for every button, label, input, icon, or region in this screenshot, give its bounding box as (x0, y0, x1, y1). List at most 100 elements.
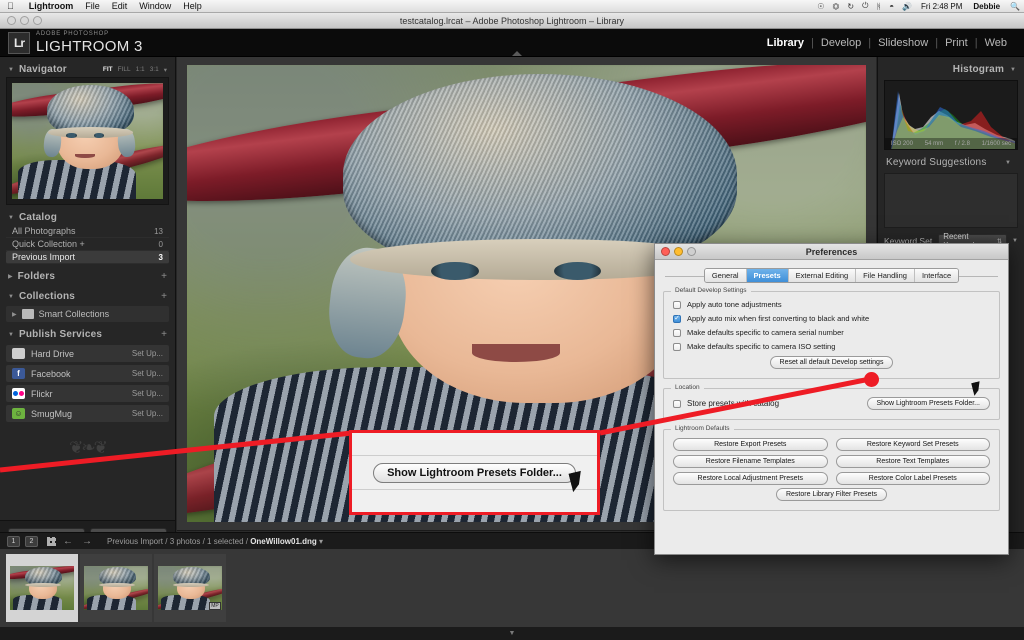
collections-header[interactable]: ▼ Collections + (6, 289, 169, 304)
publish-service-setup-link[interactable]: Set Up... (132, 389, 163, 398)
menu-bar-clock[interactable]: Fri 2:48 PM (916, 2, 967, 11)
zoom-fit[interactable]: FIT (103, 66, 113, 73)
checkbox-row-camera-iso[interactable]: Make defaults specific to camera ISO set… (673, 342, 990, 351)
catalog-item-quick-collection[interactable]: Quick Collection + 0 (6, 238, 169, 251)
location-row: Store presets with catalog Show Lightroo… (673, 397, 990, 410)
restore-filename-templates-button[interactable]: Restore Filename Templates (673, 455, 828, 468)
arrow-right-icon[interactable]: → (80, 536, 94, 547)
publish-service-flickr[interactable]: Flickr Set Up... (6, 385, 169, 402)
filmstrip-thumbnail-1[interactable] (6, 554, 78, 622)
dropbox-icon[interactable]: ☉ (813, 2, 828, 11)
publish-services-header[interactable]: ▼ Publish Services + (6, 327, 169, 342)
checkbox-row-auto-tone[interactable]: Apply auto tone adjustments (673, 300, 990, 309)
filmstrip-grid-icon[interactable] (47, 536, 56, 546)
menu-item-file[interactable]: File (79, 1, 106, 11)
publish-service-setup-link[interactable]: Set Up... (132, 369, 163, 378)
publish-service-setup-link[interactable]: Set Up... (132, 409, 163, 418)
zoom-fill[interactable]: FILL (118, 66, 131, 73)
histogram-header[interactable]: Histogram ▼ (884, 62, 1018, 77)
plus-icon[interactable]: + (161, 291, 167, 302)
zoom-3-1[interactable]: 3:1 (150, 66, 159, 73)
triangle-right-icon[interactable]: ▶ (8, 273, 13, 280)
triangle-down-icon[interactable]: ▼ (8, 332, 14, 338)
chevron-down-icon[interactable]: ▾ (319, 537, 323, 546)
navigator-header[interactable]: ▼ Navigator FIT FILL 1:1 3:1 ▾ (6, 62, 169, 77)
apple-icon[interactable]:  (0, 1, 23, 11)
preferences-dialog[interactable]: Preferences General Presets External Edi… (654, 243, 1009, 555)
histogram-graph[interactable]: ISO 200 54 mm f / 2.8 1/1600 sec (884, 80, 1018, 150)
filmstrip-page-1[interactable]: 1 (7, 535, 20, 547)
publish-service-hard-drive[interactable]: Hard Drive Set Up... (6, 345, 169, 362)
triangle-down-icon[interactable]: ▼ (1012, 238, 1018, 244)
time-machine-icon[interactable]: ↻ (843, 2, 858, 11)
filmstrip-page-2[interactable]: 2 (25, 535, 38, 547)
checkbox-auto-tone[interactable] (673, 300, 681, 309)
plus-icon[interactable]: + (161, 271, 167, 282)
triangle-down-icon[interactable]: ▼ (1005, 160, 1011, 166)
module-print[interactable]: Print (938, 37, 975, 49)
checkbox-row-camera-serial[interactable]: Make defaults specific to camera serial … (673, 328, 990, 337)
arrow-left-icon[interactable]: ← (61, 536, 75, 547)
keyword-suggestions-header[interactable]: Keyword Suggestions ▼ (884, 155, 1018, 170)
triangle-down-icon[interactable]: ▼ (8, 294, 14, 300)
checkbox-camera-iso[interactable] (673, 342, 681, 351)
triangle-down-icon[interactable]: ▼ (509, 630, 516, 637)
filmstrip-collapse-bar[interactable]: ▼ (0, 627, 1024, 640)
checkbox-store-presets-with-catalog[interactable] (673, 399, 681, 408)
tab-file-handling[interactable]: File Handling (856, 269, 915, 282)
spotlight-search-icon[interactable]: 🔍 (1006, 2, 1024, 11)
menu-bar-user[interactable]: Debbie (967, 2, 1006, 11)
catalog-header[interactable]: ▼ Catalog (6, 210, 169, 225)
catalog-item-all-photographs[interactable]: All Photographs 13 (6, 225, 169, 238)
zoom-1-1[interactable]: 1:1 (136, 66, 145, 73)
module-web[interactable]: Web (978, 37, 1014, 49)
restore-library-filter-presets-button[interactable]: Restore Library Filter Presets (775, 488, 888, 501)
restore-text-templates-button[interactable]: Restore Text Templates (835, 455, 990, 468)
menu-item-edit[interactable]: Edit (106, 1, 134, 11)
navigator-preview[interactable] (6, 77, 169, 205)
triangle-down-icon[interactable]: ▼ (8, 215, 14, 221)
restore-keyword-set-presets-button[interactable]: Restore Keyword Set Presets (835, 438, 990, 451)
folders-header[interactable]: ▶ Folders + (6, 269, 169, 284)
filmstrip-thumbnail-3[interactable]: MP (154, 554, 226, 622)
publish-service-setup-link[interactable]: Set Up... (132, 349, 163, 358)
collection-item-smart-collections[interactable]: ▶ Smart Collections (6, 306, 169, 322)
menu-item-window[interactable]: Window (133, 1, 177, 11)
tab-external-editing[interactable]: External Editing (788, 269, 857, 282)
keyword-suggestions-grid[interactable] (884, 173, 1018, 228)
speaker-icon[interactable]: 🔊 (898, 2, 916, 11)
callout-show-lightroom-presets-folder-button[interactable]: Show Lightroom Presets Folder... (373, 462, 576, 483)
publish-service-facebook[interactable]: f Facebook Set Up... (6, 365, 169, 382)
module-slideshow[interactable]: Slideshow (871, 37, 935, 49)
top-panel-toggle-icon[interactable] (512, 51, 522, 56)
checkbox-camera-serial[interactable] (673, 328, 681, 337)
filmstrip-breadcrumb[interactable]: Previous Import / 3 photos / 1 selected … (107, 537, 323, 546)
restore-local-adjustment-presets-button[interactable]: Restore Local Adjustment Presets (673, 472, 828, 485)
triangle-down-icon[interactable]: ▼ (8, 67, 14, 73)
restore-color-label-presets-button[interactable]: Restore Color Label Presets (835, 472, 990, 485)
show-lightroom-presets-folder-button[interactable]: Show Lightroom Presets Folder... (866, 397, 990, 410)
checkbox-row-auto-mix[interactable]: Apply auto mix when first converting to … (673, 314, 990, 323)
menu-item-lightroom[interactable]: Lightroom (23, 1, 80, 11)
triangle-down-icon[interactable]: ▼ (1010, 67, 1016, 73)
wifi-icon[interactable]: ◓ (885, 2, 898, 11)
chevron-down-icon[interactable]: ▾ (164, 66, 167, 74)
module-develop[interactable]: Develop (814, 37, 868, 49)
tab-presets[interactable]: Presets (746, 269, 789, 282)
triangle-right-icon[interactable]: ▶ (12, 311, 17, 318)
tab-general[interactable]: General (704, 269, 747, 282)
volume-mute-icon[interactable]: ⏻ (858, 1, 872, 11)
thumbnail-badge-icon[interactable]: MP (209, 602, 221, 610)
bluetooth-sync-icon[interactable]: ⏣ (828, 2, 843, 11)
plus-icon[interactable]: + (161, 329, 167, 340)
reset-default-develop-settings-button[interactable]: Reset all default Develop settings (769, 356, 894, 369)
catalog-item-previous-import[interactable]: Previous Import 3 (6, 251, 169, 264)
filmstrip-thumbnail-2[interactable] (80, 554, 152, 622)
bluetooth-icon[interactable]: ᚻ (872, 2, 885, 11)
checkbox-auto-mix[interactable] (673, 314, 681, 323)
publish-service-smugmug[interactable]: ☺ SmugMug Set Up... (6, 405, 169, 422)
menu-item-help[interactable]: Help (177, 1, 208, 11)
module-library[interactable]: Library (760, 37, 811, 49)
restore-export-presets-button[interactable]: Restore Export Presets (673, 438, 828, 451)
tab-interface[interactable]: Interface (914, 269, 959, 282)
